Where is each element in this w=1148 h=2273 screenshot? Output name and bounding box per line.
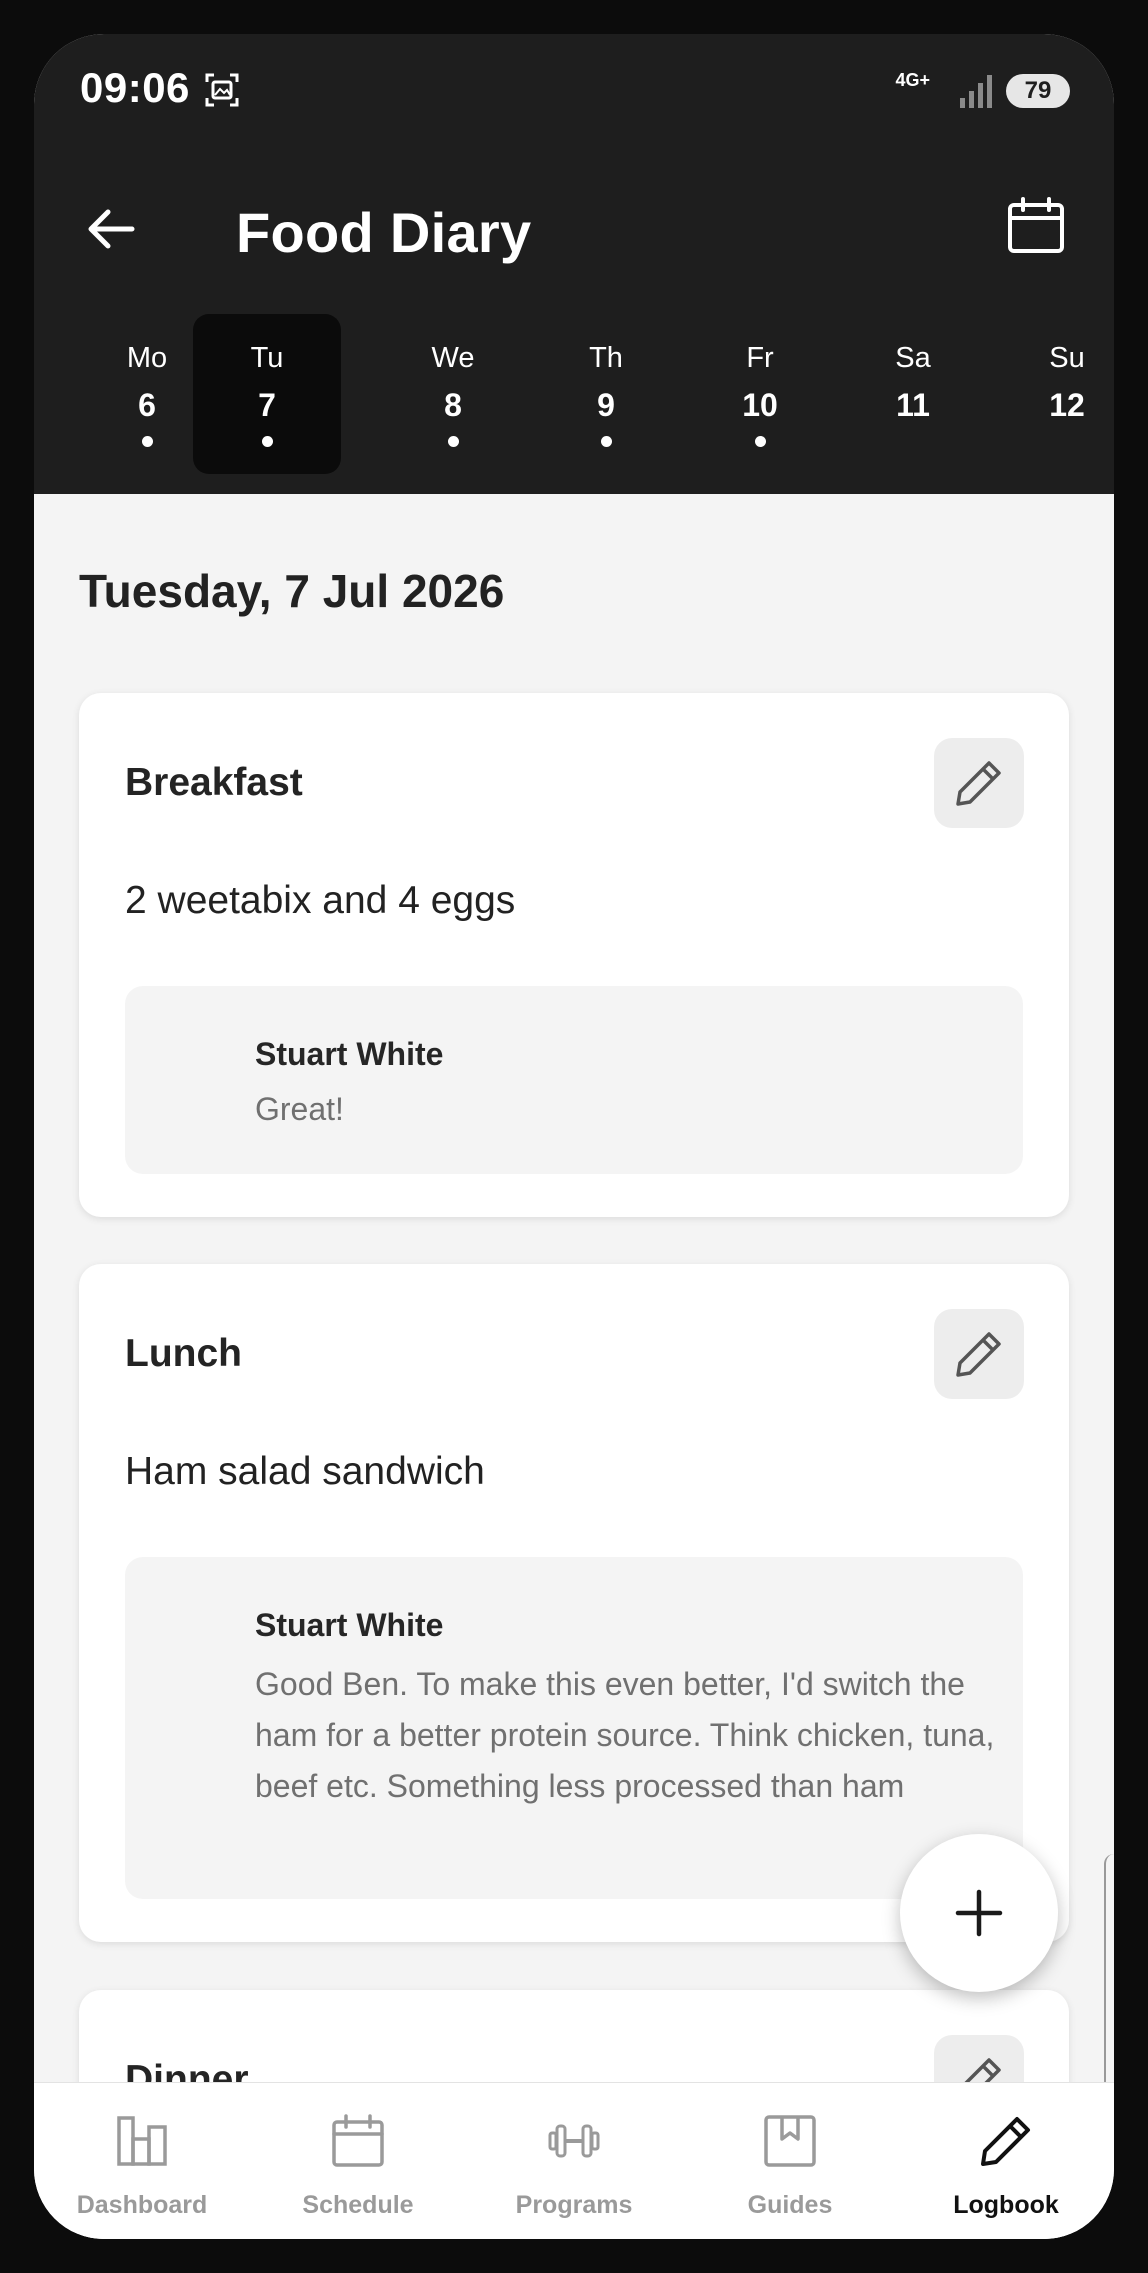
day-sa[interactable]: Sa 11 bbox=[839, 314, 987, 474]
day-we[interactable]: We 8 bbox=[379, 314, 527, 474]
comment-text: Great! bbox=[255, 1091, 344, 1127]
meal-description: 2 weetabix and 4 eggs bbox=[125, 879, 516, 922]
dashboard-icon bbox=[117, 2116, 167, 2166]
meal-card-lunch: Lunch Ham salad sandwich Stuart White Go… bbox=[79, 1264, 1069, 1942]
day-name: Tu bbox=[250, 342, 284, 374]
status-bar: 09:06 4G+ 79 bbox=[34, 34, 1114, 154]
app-header: Food Diary bbox=[34, 174, 1114, 284]
day-date: 11 bbox=[896, 387, 930, 423]
day-name: Sa bbox=[895, 342, 931, 374]
top-bar: 09:06 4G+ 79 Food Diary Mo 6 Tu 7 We 8 T… bbox=[34, 34, 1114, 494]
comment-author: Stuart White bbox=[255, 1607, 444, 1643]
nav-schedule[interactable]: Schedule bbox=[250, 2083, 466, 2239]
nav-dashboard[interactable]: Dashboard bbox=[34, 2083, 250, 2239]
day-name: We bbox=[431, 342, 475, 374]
pencil-icon bbox=[956, 1332, 1001, 1377]
entry-dot bbox=[447, 436, 459, 447]
day-su[interactable]: Su 12 bbox=[993, 314, 1114, 474]
meal-title: Lunch bbox=[125, 1332, 242, 1375]
plus-icon bbox=[955, 1889, 1003, 1937]
coach-comment: Stuart White Good Ben. To make this even… bbox=[125, 1557, 1023, 1899]
week-strip: Mo 6 Tu 7 We 8 Th 9 Fr 10 Sa 11 Su 12 bbox=[34, 314, 1114, 474]
day-th[interactable]: Th 9 bbox=[532, 314, 680, 474]
arrow-left-icon[interactable] bbox=[84, 202, 138, 256]
nav-label: Dashboard bbox=[76, 2191, 208, 2219]
day-date: 12 bbox=[1049, 387, 1085, 423]
battery-indicator: 79 bbox=[1006, 74, 1070, 108]
edit-meal-button[interactable] bbox=[934, 1309, 1024, 1399]
bookmark-book-icon bbox=[764, 2115, 816, 2167]
day-date: 9 bbox=[597, 387, 615, 423]
add-meal-button[interactable] bbox=[900, 1834, 1058, 1992]
comment-text: Good Ben. To make this even better, I'd … bbox=[255, 1666, 995, 1804]
day-date: 7 bbox=[258, 387, 276, 423]
day-name: Th bbox=[589, 342, 623, 374]
day-name: Fr bbox=[746, 342, 774, 374]
day-tu[interactable]: Tu 7 bbox=[193, 314, 341, 474]
edit-meal-button[interactable] bbox=[934, 738, 1024, 828]
signal-icon bbox=[960, 75, 992, 108]
bottom-nav: Dashboard Schedule Programs Guides Logbo… bbox=[34, 2082, 1114, 2239]
calendar-icon bbox=[332, 2114, 384, 2167]
nav-label: Schedule bbox=[302, 2191, 414, 2219]
calendar-icon[interactable] bbox=[1006, 196, 1066, 256]
phone-screen: 09:06 4G+ 79 Food Diary Mo 6 Tu 7 We 8 T… bbox=[34, 34, 1114, 2239]
selected-date-heading: Tuesday, 7 Jul 2026 bbox=[79, 565, 505, 617]
pencil-icon bbox=[981, 2117, 1030, 2166]
day-name: Su bbox=[1049, 342, 1085, 374]
coach-comment: Stuart White Great! bbox=[125, 986, 1023, 1174]
meal-card-breakfast: Breakfast 2 weetabix and 4 eggs Stuart W… bbox=[79, 693, 1069, 1217]
comment-author: Stuart White bbox=[255, 1036, 444, 1072]
day-date: 8 bbox=[444, 387, 462, 423]
pencil-icon bbox=[956, 761, 1001, 806]
nav-guides[interactable]: Guides bbox=[682, 2083, 898, 2239]
entry-dot bbox=[141, 436, 153, 447]
day-date: 10 bbox=[742, 387, 778, 423]
entry-dot bbox=[261, 436, 273, 447]
day-fr[interactable]: Fr 10 bbox=[686, 314, 834, 474]
dumbbell-icon bbox=[548, 2124, 600, 2158]
nav-label: Guides bbox=[747, 2191, 833, 2219]
status-time: 09:06 bbox=[80, 64, 190, 111]
meal-title: Breakfast bbox=[125, 761, 303, 804]
nav-label: Logbook bbox=[953, 2191, 1059, 2219]
entry-dot bbox=[754, 436, 766, 447]
page-title: Food Diary bbox=[236, 201, 532, 264]
network-indicator: 4G+ bbox=[895, 70, 930, 90]
nav-label: Programs bbox=[515, 2191, 633, 2219]
nav-logbook[interactable]: Logbook bbox=[898, 2083, 1114, 2239]
nav-programs[interactable]: Programs bbox=[466, 2083, 682, 2239]
screenshot-icon bbox=[205, 73, 239, 107]
entry-dot bbox=[600, 436, 612, 447]
meal-description: Ham salad sandwich bbox=[125, 1450, 485, 1493]
